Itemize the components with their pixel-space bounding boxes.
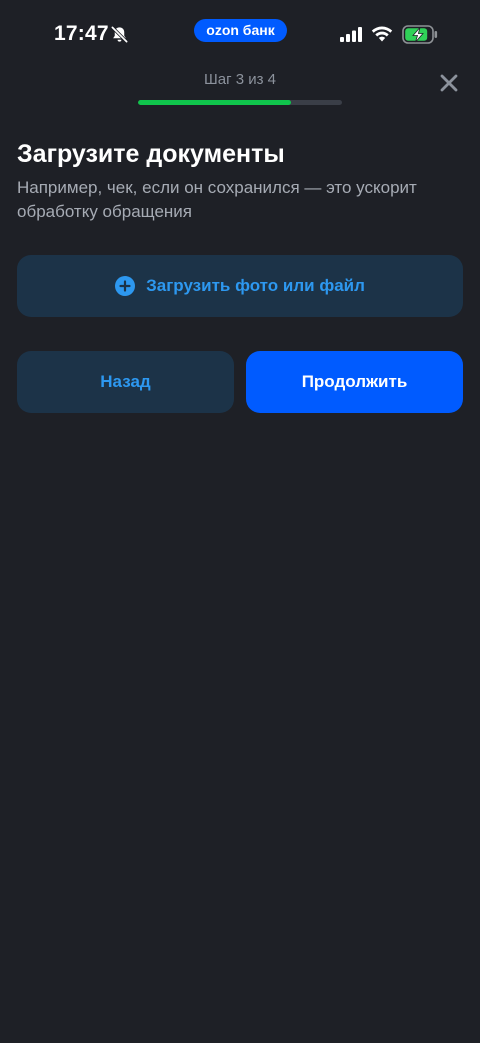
status-time: 17:47 xyxy=(54,22,109,45)
signal-icon xyxy=(340,27,362,42)
upload-file-label: Загрузить фото или файл xyxy=(146,276,365,295)
wifi-icon xyxy=(371,26,393,42)
upload-file-button[interactable]: Загрузить фото или файл xyxy=(17,255,463,317)
screen: 17:47 ozon банк Шаг 3 из 4 Загрузите док… xyxy=(0,0,480,1043)
status-bar: 17:47 ozon банк xyxy=(0,0,480,70)
battery-charging-icon xyxy=(402,25,438,44)
continue-button[interactable]: Продолжить xyxy=(246,351,463,413)
progress-fill xyxy=(138,100,291,105)
plus-circle-icon xyxy=(115,276,136,296)
back-button[interactable]: Назад xyxy=(17,351,234,413)
page-title: Загрузите документы xyxy=(17,140,285,168)
bell-off-icon xyxy=(110,25,129,44)
step-indicator: Шаг 3 из 4 xyxy=(203,71,276,88)
progress-bar xyxy=(138,100,342,105)
close-icon[interactable] xyxy=(436,70,462,96)
page-subtitle: Например, чек, если он сохранился — это … xyxy=(17,178,417,221)
brand-badge: ozon банк xyxy=(194,19,287,42)
